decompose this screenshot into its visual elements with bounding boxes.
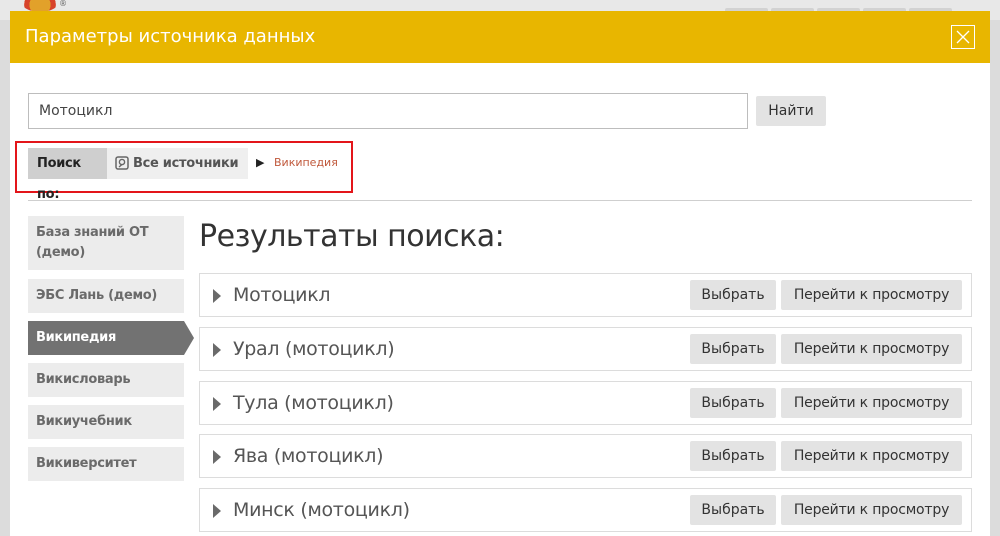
search-input[interactable]: [28, 93, 748, 129]
sidebar-item-label: База знаний ОТ (демо): [36, 225, 149, 260]
dialog-header: Параметры источника данных: [10, 11, 990, 63]
view-button[interactable]: Перейти к просмотру: [781, 280, 962, 310]
sidebar-item-label: Википедия: [36, 330, 117, 345]
result-row: Тула (мотоцикл) Выбрать Перейти к просмо…: [199, 381, 972, 425]
results-heading: Результаты поиска:: [199, 219, 505, 254]
result-row: Мотоцикл Выбрать Перейти к просмотру: [199, 273, 972, 317]
expand-triangle-icon[interactable]: [213, 504, 221, 518]
select-button[interactable]: Выбрать: [690, 280, 776, 310]
sidebar-item-wikipedia[interactable]: Википедия: [28, 321, 194, 355]
select-button[interactable]: Выбрать: [690, 334, 776, 364]
breadcrumb-current-source[interactable]: Википедия: [274, 157, 338, 169]
sidebar-item-label: Викисловарь: [36, 372, 131, 387]
expand-triangle-icon[interactable]: [213, 397, 221, 411]
view-button[interactable]: Перейти к просмотру: [781, 334, 962, 364]
breadcrumb-arrow-icon: ▶: [256, 156, 265, 169]
expand-triangle-icon[interactable]: [213, 289, 221, 303]
result-title[interactable]: Ява (мотоцикл): [233, 445, 384, 467]
result-title[interactable]: Мотоцикл: [233, 284, 331, 306]
sidebar-item-wikibooks[interactable]: Викиучебник: [28, 405, 184, 439]
result-title[interactable]: Минск (мотоцикл): [233, 499, 410, 521]
select-button[interactable]: Выбрать: [690, 495, 776, 525]
select-button[interactable]: Выбрать: [690, 388, 776, 418]
sidebar-item-label: Викиверситет: [36, 456, 137, 471]
divider: [28, 200, 972, 201]
sidebar-item-label: Викиучебник: [36, 414, 132, 429]
view-button[interactable]: Перейти к просмотру: [781, 495, 962, 525]
active-pointer-icon: [184, 321, 194, 355]
sources-icon: [115, 156, 129, 170]
expand-triangle-icon[interactable]: [213, 450, 221, 464]
sidebar-item-knowledge-base[interactable]: База знаний ОТ (демо): [28, 216, 184, 270]
result-title[interactable]: Урал (мотоцикл): [233, 338, 395, 360]
close-button[interactable]: [951, 25, 975, 49]
dialog-title: Параметры источника данных: [25, 26, 316, 47]
sidebar-item-lan[interactable]: ЭБС Лань (демо): [28, 279, 184, 313]
select-button[interactable]: Выбрать: [690, 441, 776, 471]
result-row: Ява (мотоцикл) Выбрать Перейти к просмот…: [199, 434, 972, 478]
sidebar-item-label: ЭБС Лань (демо): [36, 288, 158, 303]
all-sources-button[interactable]: Все источники: [107, 148, 248, 179]
close-icon: [956, 30, 970, 44]
sidebar-item-wikiversity[interactable]: Викиверситет: [28, 447, 184, 481]
view-button[interactable]: Перейти к просмотру: [781, 441, 962, 471]
result-row: Минск (мотоцикл) Выбрать Перейти к просм…: [199, 488, 972, 532]
registered-mark: ®: [59, 0, 67, 8]
search-by-label: Поиск по:: [28, 148, 107, 202]
search-scope-panel: Поиск по: Все источники ▶ Википедия: [15, 141, 353, 202]
find-button[interactable]: Найти: [756, 96, 826, 126]
result-title[interactable]: Тула (мотоцикл): [233, 392, 394, 414]
result-row: Урал (мотоцикл) Выбрать Перейти к просмо…: [199, 327, 972, 371]
sidebar-item-wiktionary[interactable]: Викисловарь: [28, 363, 184, 397]
view-button[interactable]: Перейти к просмотру: [781, 388, 962, 418]
data-source-dialog: Параметры источника данных Найти Поиск п…: [10, 11, 990, 536]
expand-triangle-icon[interactable]: [213, 343, 221, 357]
all-sources-label: Все источники: [133, 156, 239, 171]
